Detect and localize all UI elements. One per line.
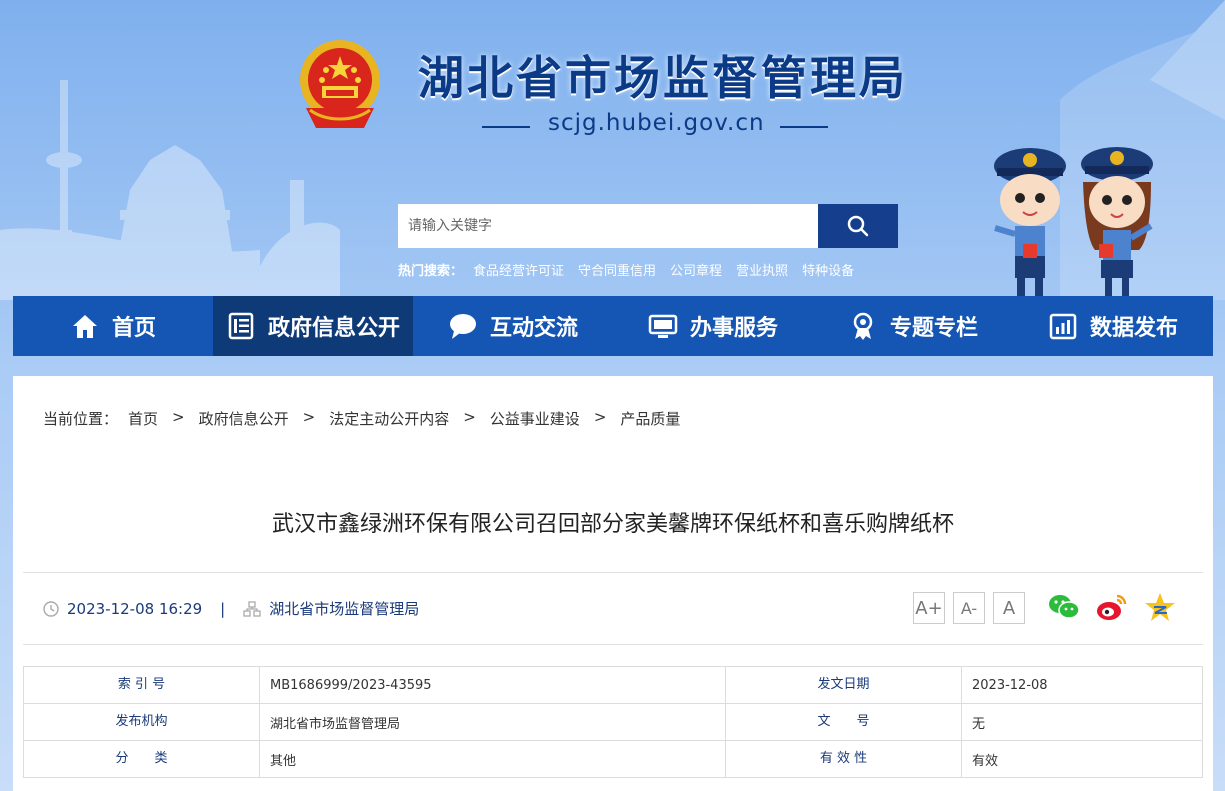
site-domain: scjg.hubei.gov.cn xyxy=(548,110,765,136)
domain-line-right xyxy=(780,126,828,128)
site-title: 湖北省市场监督管理局 xyxy=(418,51,908,105)
font-increase-button[interactable]: A+ xyxy=(913,592,945,624)
monitor-icon xyxy=(648,314,678,338)
nav-item-home[interactable]: 首页 xyxy=(13,296,213,356)
hot-search-item[interactable]: 食品经营许可证 xyxy=(473,260,564,279)
content-panel: 当前位置： 首页 > 政府信息公开 > 法定主动公开内容 > 公益事业建设 > … xyxy=(13,376,1213,791)
breadcrumb-link[interactable]: 首页 xyxy=(128,408,158,429)
nav-item-services[interactable]: 办事服务 xyxy=(613,296,813,356)
table-row: 分 类 其他 有 效 性 有效 xyxy=(23,740,1203,778)
clock-icon xyxy=(43,600,59,617)
award-ribbon-icon xyxy=(853,312,873,340)
meta-divider xyxy=(23,644,1203,645)
home-icon xyxy=(72,315,97,338)
nav-item-interaction[interactable]: 互动交流 xyxy=(413,296,613,356)
share-buttons xyxy=(1047,590,1177,628)
table-label: 文 号 xyxy=(725,703,962,741)
table-value: 湖北省市场监督管理局 xyxy=(259,703,726,741)
wechat-share-button[interactable] xyxy=(1047,590,1081,628)
breadcrumb: 当前位置： 首页 > 政府信息公开 > 法定主动公开内容 > 公益事业建设 > … xyxy=(43,408,680,429)
nav-item-label: 数据发布 xyxy=(1089,316,1178,341)
nav-item-label: 办事服务 xyxy=(689,316,778,341)
weibo-icon xyxy=(1097,594,1127,620)
publish-datetime: 2023-12-08 16:29 xyxy=(67,599,203,618)
table-value: 2023-12-08 xyxy=(961,666,1203,704)
font-reset-button[interactable]: A xyxy=(993,592,1025,624)
mascots-illustration xyxy=(994,147,1153,296)
chat-bubble-icon xyxy=(449,314,476,339)
national-emblem-logo xyxy=(300,40,380,128)
breadcrumb-label: 当前位置： xyxy=(43,410,119,428)
table-value: 有效 xyxy=(961,740,1203,778)
table-row: 索 引 号 MB1686999/2023-43595 发文日期 2023-12-… xyxy=(23,666,1203,704)
nav-item-data-release[interactable]: 数据发布 xyxy=(1013,296,1213,356)
search-icon xyxy=(847,215,869,237)
table-label: 分 类 xyxy=(23,740,260,778)
hot-search-item[interactable]: 公司章程 xyxy=(670,260,722,279)
breadcrumb-separator: > xyxy=(302,408,316,426)
hot-search-label: 热门搜索： xyxy=(398,264,464,279)
breadcrumb-separator: > xyxy=(463,408,476,426)
article-meta: 2023-12-08 16:29 | 湖北省市场监督管理局 xyxy=(43,598,419,619)
table-label: 有 效 性 xyxy=(725,740,962,778)
domain-line-left xyxy=(482,126,530,128)
wechat-icon xyxy=(1049,595,1080,619)
domain-row: scjg.hubei.gov.cn xyxy=(482,110,828,142)
nav-item-label: 专题专栏 xyxy=(889,316,978,341)
hot-search-item[interactable]: 特种设备 xyxy=(802,260,854,279)
main-nav: 首页 政府信息公开 互动交流 办事服务 专题专栏 数据发布 xyxy=(13,296,1213,356)
nav-item-label: 互动交流 xyxy=(489,316,578,341)
font-size-controls: A+ A- A xyxy=(913,592,1025,624)
document-list-icon xyxy=(228,312,254,340)
search-box xyxy=(398,204,898,248)
breadcrumb-separator: > xyxy=(593,408,607,426)
font-decrease-button[interactable]: A- xyxy=(953,592,985,624)
qzone-icon xyxy=(1145,593,1175,621)
breadcrumb-link[interactable]: 法定主动公开内容 xyxy=(329,408,449,429)
table-value: 无 xyxy=(961,703,1203,741)
meta-separator: | xyxy=(220,599,226,618)
breadcrumb-link[interactable]: 产品质量 xyxy=(620,408,680,429)
bar-chart-icon xyxy=(1049,313,1077,340)
breadcrumb-link[interactable]: 公益事业建设 xyxy=(490,408,580,429)
nav-item-label: 政府信息公开 xyxy=(267,316,400,341)
table-label: 发文日期 xyxy=(725,666,962,704)
hot-search-row: 热门搜索： 食品经营许可证 守合同重信用 公司章程 营业执照 特种设备 xyxy=(398,260,854,279)
breadcrumb-link[interactable]: 政府信息公开 xyxy=(199,408,289,429)
weibo-share-button[interactable] xyxy=(1095,590,1129,628)
table-value: MB1686999/2023-43595 xyxy=(259,666,726,704)
article-source: 湖北省市场监督管理局 xyxy=(269,600,420,618)
table-label: 发布机构 xyxy=(23,703,260,741)
table-row: 发布机构 湖北省市场监督管理局 文 号 无 xyxy=(23,703,1203,741)
search-input[interactable] xyxy=(398,204,818,248)
article-title: 武汉市鑫绿洲环保有限公司召回部分家美馨牌环保纸杯和喜乐购牌纸杯 xyxy=(271,512,954,537)
document-info-table: 索 引 号 MB1686999/2023-43595 发文日期 2023-12-… xyxy=(23,666,1203,778)
title-divider xyxy=(23,572,1203,573)
hot-search-item[interactable]: 营业执照 xyxy=(736,260,788,279)
nav-item-gov-info[interactable]: 政府信息公开 xyxy=(213,296,413,356)
table-value: 其他 xyxy=(259,740,726,778)
organization-icon xyxy=(243,600,261,617)
table-label: 索 引 号 xyxy=(23,666,260,704)
hot-search-item[interactable]: 守合同重信用 xyxy=(578,260,656,279)
qzone-share-button[interactable] xyxy=(1143,590,1177,628)
nav-item-label: 首页 xyxy=(111,316,156,341)
search-button[interactable] xyxy=(818,204,898,248)
breadcrumb-separator: > xyxy=(172,408,185,426)
nav-item-special-topics[interactable]: 专题专栏 xyxy=(813,296,1013,356)
